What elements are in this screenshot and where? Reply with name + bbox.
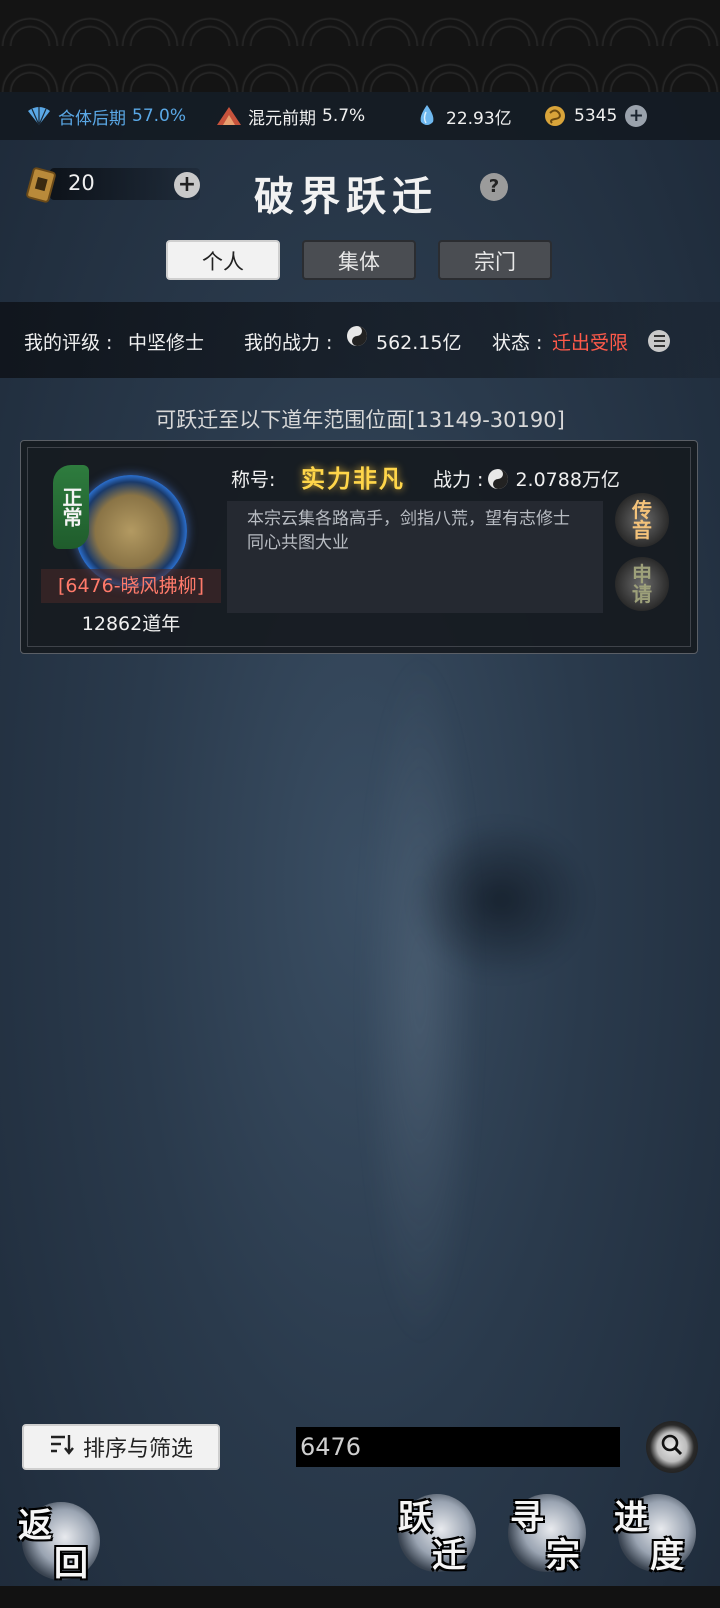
migrate-char-1: 跃 bbox=[398, 1498, 432, 1538]
sect-motto: 本宗云集各路高手，剑指八荒，望有志修士同心共图大业 bbox=[227, 501, 603, 613]
player-info-bar: 我的评级 : 中坚修士 我的战力 : 562.15亿 状态 : 迁出受限 bbox=[0, 302, 720, 378]
state-label: 状态 : bbox=[492, 332, 543, 354]
back-char-1: 返 bbox=[18, 1506, 52, 1546]
gold-count: 5345 bbox=[574, 106, 618, 126]
search-icon bbox=[660, 1433, 684, 1461]
background-mist bbox=[360, 650, 480, 1350]
add-gold-button[interactable]: + bbox=[625, 105, 648, 127]
apply-button-char-2: 请 bbox=[632, 582, 652, 606]
progress-char-1: 进 bbox=[614, 1498, 648, 1538]
decorative-wave-header bbox=[0, 0, 720, 92]
yin-yang-icon bbox=[346, 325, 368, 352]
status-badge: 正常 bbox=[53, 465, 89, 549]
sect-power-value: 2.0788万亿 bbox=[515, 469, 620, 491]
realm-stage: 混元前期 bbox=[248, 108, 316, 129]
power-value: 562.15亿 bbox=[376, 332, 462, 354]
message-button-char-2: 音 bbox=[632, 518, 652, 542]
cultivation-stage: 合体后期 bbox=[58, 108, 126, 129]
sort-filter-label: 排序与筛选 bbox=[82, 1437, 193, 1462]
apply-button-char-1: 申 bbox=[632, 562, 652, 586]
sort-filter-button[interactable]: 排序与筛选 bbox=[22, 1424, 220, 1470]
power-label: 我的战力 : bbox=[244, 332, 333, 354]
sect-years: 12862道年 bbox=[81, 613, 181, 635]
tab-group[interactable]: 集体 bbox=[302, 240, 416, 280]
search-button[interactable] bbox=[646, 1421, 698, 1473]
crystal-drop-icon bbox=[414, 103, 440, 129]
apply-button[interactable]: 申 请 bbox=[615, 557, 669, 611]
sect-power: 战力 : 2.0788万亿 bbox=[433, 465, 620, 492]
title-label: 称号: bbox=[231, 469, 276, 491]
find-sect-char-1: 寻 bbox=[510, 1498, 544, 1538]
gold-coin-icon bbox=[542, 103, 568, 129]
progress-char-2: 度 bbox=[650, 1536, 684, 1576]
migration-range-text: 可跃迁至以下道年范围位面[13149-30190] bbox=[155, 408, 565, 432]
token-count: 20 bbox=[68, 171, 95, 195]
sect-card[interactable]: 正常 [6476-晓风拂柳] 12862道年 称号: 实力非凡 战力 : 2.0… bbox=[20, 440, 698, 654]
migrate-char-2: 迁 bbox=[432, 1536, 466, 1576]
rating-label: 我的评级 : bbox=[24, 332, 113, 354]
fan-icon bbox=[26, 103, 52, 129]
scroll-token-icon bbox=[22, 166, 62, 210]
sect-name: [6476-晓风拂柳] bbox=[41, 569, 221, 603]
sort-filter-icon bbox=[49, 1433, 75, 1461]
state-detail-list-icon[interactable] bbox=[648, 330, 670, 352]
resource-status-bar: 合体后期 57.0% 混元前期 5.7% 22.93亿 5345 + bbox=[0, 92, 720, 140]
background-shadow bbox=[410, 820, 590, 980]
yin-yang-icon bbox=[487, 468, 509, 490]
sect-title: 实力非凡 bbox=[301, 464, 405, 493]
spirit-stone-stat[interactable]: 22.93亿 bbox=[414, 103, 512, 129]
back-char-2: 回 bbox=[54, 1544, 88, 1584]
state-value: 迁出受限 bbox=[552, 332, 629, 354]
cultivation-percent: 57.0% bbox=[132, 106, 187, 126]
mountain-icon bbox=[216, 103, 242, 129]
sect-power-label: 战力 : bbox=[433, 469, 484, 491]
rating-value: 中坚修士 bbox=[128, 332, 205, 354]
help-button[interactable]: ? bbox=[480, 173, 508, 201]
realm-stat[interactable]: 混元前期 5.7% bbox=[216, 103, 365, 129]
gold-stat[interactable]: 5345 + bbox=[542, 103, 648, 129]
spirit-stone-count: 22.93亿 bbox=[446, 108, 512, 129]
realm-percent: 5.7% bbox=[322, 106, 366, 126]
page-title: 破界跃迁 bbox=[254, 173, 438, 220]
search-input[interactable] bbox=[296, 1427, 620, 1467]
find-sect-char-2: 宗 bbox=[546, 1536, 580, 1576]
message-button-char-1: 传 bbox=[632, 498, 652, 522]
tab-personal[interactable]: 个人 bbox=[166, 240, 280, 280]
cultivation-stat[interactable]: 合体后期 57.0% bbox=[26, 103, 186, 129]
tab-sect[interactable]: 宗门 bbox=[438, 240, 552, 280]
add-token-button[interactable]: + bbox=[174, 172, 200, 198]
message-button[interactable]: 传 音 bbox=[615, 493, 669, 547]
decorative-wave-footer bbox=[0, 1586, 720, 1608]
